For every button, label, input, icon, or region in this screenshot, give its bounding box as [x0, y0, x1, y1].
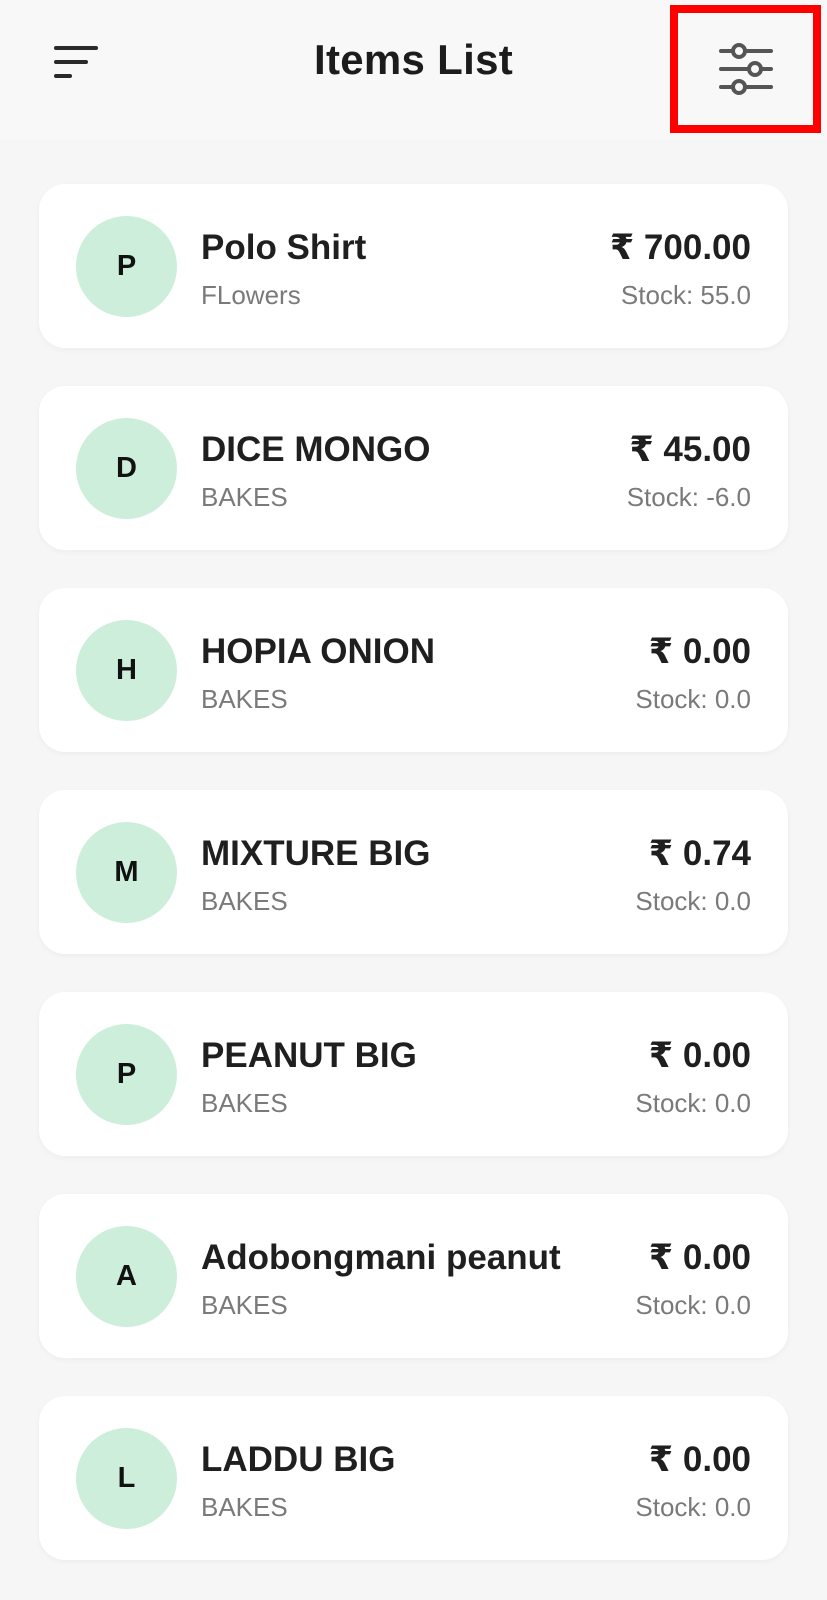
item-card[interactable]: P Polo Shirt FLowers ₹ 700.00 Stock: 55.… [39, 184, 788, 348]
item-category: BAKES [201, 482, 288, 512]
item-stock: Stock: 0.0 [635, 684, 751, 714]
item-avatar: A [76, 1226, 177, 1327]
item-category: FLowers [201, 280, 301, 310]
item-price: ₹ 0.00 [648, 1238, 751, 1277]
item-stock: Stock: 0.0 [635, 1492, 751, 1522]
filter-button[interactable] [670, 5, 821, 133]
item-category: BAKES [201, 684, 288, 714]
item-name: MIXTURE BIG [201, 834, 431, 873]
item-price: ₹ 0.00 [648, 1440, 751, 1479]
item-category: BAKES [201, 1492, 288, 1522]
item-price: ₹ 45.00 [629, 430, 751, 469]
item-stock: Stock: 0.0 [635, 886, 751, 916]
item-category: BAKES [201, 886, 288, 916]
item-stock: Stock: 0.0 [635, 1088, 751, 1118]
item-stock: Stock: -6.0 [626, 482, 751, 512]
item-stock: Stock: 0.0 [635, 1290, 751, 1320]
item-card[interactable]: H HOPIA ONION BAKES ₹ 0.00 Stock: 0.0 [39, 588, 788, 752]
app-bar: Items List [0, 0, 827, 140]
item-name: DICE MONGO [201, 430, 431, 469]
item-name: LADDU BIG [201, 1440, 396, 1479]
item-name: Adobongmani peanut [201, 1238, 561, 1277]
item-avatar: H [76, 620, 177, 721]
item-price: ₹ 700.00 [609, 228, 751, 267]
item-name: Polo Shirt [201, 228, 367, 267]
item-price: ₹ 0.74 [648, 834, 751, 873]
item-card[interactable]: L LADDU BIG BAKES ₹ 0.00 Stock: 0.0 [39, 1396, 788, 1560]
item-card[interactable]: M MIXTURE BIG BAKES ₹ 0.74 Stock: 0.0 [39, 790, 788, 954]
item-name: PEANUT BIG [201, 1036, 417, 1075]
item-category: BAKES [201, 1290, 288, 1320]
items-list: P Polo Shirt FLowers ₹ 700.00 Stock: 55.… [39, 184, 788, 1598]
item-stock: Stock: 55.0 [620, 280, 751, 310]
item-name: HOPIA ONION [201, 632, 435, 671]
item-avatar: D [76, 418, 177, 519]
item-card[interactable]: D DICE MONGO BAKES ₹ 45.00 Stock: -6.0 [39, 386, 788, 550]
item-price: ₹ 0.00 [648, 1036, 751, 1075]
sliders-icon [718, 43, 773, 95]
item-avatar: M [76, 822, 177, 923]
item-category: BAKES [201, 1088, 288, 1118]
item-card[interactable]: P PEANUT BIG BAKES ₹ 0.00 Stock: 0.0 [39, 992, 788, 1156]
item-price: ₹ 0.00 [648, 632, 751, 671]
item-avatar: P [76, 216, 177, 317]
item-avatar: L [76, 1428, 177, 1529]
item-card[interactable]: A Adobongmani peanut BAKES ₹ 0.00 Stock:… [39, 1194, 788, 1358]
item-avatar: P [76, 1024, 177, 1125]
